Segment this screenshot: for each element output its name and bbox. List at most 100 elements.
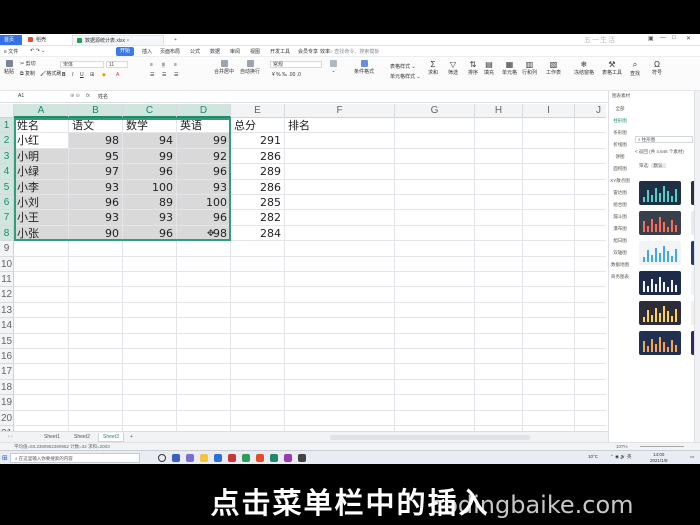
cell-f20[interactable]	[285, 410, 395, 426]
align-top-icon[interactable]: ≡	[150, 62, 153, 68]
cell-d2[interactable]: 99	[177, 133, 231, 149]
merge-center-button[interactable]: 合并居中	[214, 60, 234, 75]
cell-f3[interactable]	[285, 148, 395, 165]
wps-icon[interactable]	[256, 454, 264, 462]
cell-j17[interactable]	[575, 364, 606, 380]
cell-i6[interactable]	[523, 195, 575, 211]
cell-h18[interactable]	[475, 379, 523, 396]
notification-icon[interactable]: ▭	[690, 454, 694, 460]
cell-f19[interactable]	[285, 395, 395, 411]
cell-f1[interactable]: 排名	[285, 118, 395, 134]
tab-template[interactable]: 稻壳	[24, 35, 68, 45]
cell-j15[interactable]	[575, 334, 606, 349]
cell-d13[interactable]	[177, 302, 231, 319]
cell-j20[interactable]	[575, 411, 606, 426]
cell-a6[interactable]: 小刘	[14, 195, 69, 211]
chart-category-5[interactable]: 面积图	[609, 163, 631, 175]
cell-f15[interactable]	[285, 333, 395, 349]
row-header-1[interactable]: 1	[0, 118, 14, 134]
cell-e13[interactable]	[231, 302, 285, 319]
cell-j14[interactable]	[575, 318, 606, 334]
weather-indicator[interactable]: 10°C	[588, 454, 598, 459]
undo-icon[interactable]: ↶ ↷ ⌄	[30, 48, 45, 54]
cell-e20[interactable]	[231, 410, 285, 426]
maximize-icon[interactable]: □	[672, 35, 676, 41]
cell-c19[interactable]	[123, 395, 177, 411]
cell-j1[interactable]	[575, 118, 606, 134]
cell-b3[interactable]: 95	[69, 148, 123, 165]
cell-f16[interactable]	[285, 349, 395, 365]
cell-j2[interactable]	[575, 133, 606, 149]
row-header-14[interactable]: 14	[0, 318, 14, 334]
cell-j12[interactable]	[575, 287, 606, 303]
cell-e12[interactable]	[231, 287, 285, 303]
new-tab-button[interactable]: +	[170, 35, 181, 45]
chart-category-1[interactable]: 柱形图	[609, 115, 631, 127]
cell-g19[interactable]	[395, 395, 475, 411]
table-tools-button[interactable]: ⚒ 表格工具	[602, 60, 622, 76]
cell-j16[interactable]	[575, 349, 606, 365]
cell-h4[interactable]	[475, 164, 523, 180]
sheet-tab-1[interactable]: Sheet1	[40, 433, 64, 442]
chart-category-3[interactable]: 折线图	[609, 139, 631, 151]
align-center-icon[interactable]: ☰	[162, 72, 166, 78]
cell-e18[interactable]	[231, 379, 285, 396]
cell-j6[interactable]	[575, 195, 606, 211]
menu-start[interactable]: 开始	[116, 47, 134, 56]
cell-d12[interactable]	[177, 287, 231, 303]
select-all-corner[interactable]	[0, 104, 14, 118]
app-icon-4[interactable]	[284, 454, 292, 462]
cell-e3[interactable]: 286	[231, 148, 285, 165]
cell-g4[interactable]	[395, 164, 475, 180]
cell-f13[interactable]	[285, 302, 395, 319]
cell-d5[interactable]: 93	[177, 179, 231, 195]
zoom-level[interactable]: 107%	[616, 443, 628, 450]
cell-b5[interactable]: 93	[69, 179, 123, 195]
row-header-17[interactable]: 17	[0, 364, 14, 380]
copy-button[interactable]: ⧉ 复制	[20, 70, 35, 77]
cell-f11[interactable]	[285, 272, 395, 288]
column-header-d[interactable]: D	[177, 104, 231, 118]
cell-b14[interactable]	[69, 318, 123, 334]
menu-view[interactable]: 视图	[250, 48, 260, 55]
cell-h9[interactable]	[475, 241, 523, 257]
cell-f9[interactable]	[285, 241, 395, 257]
row-header-3[interactable]: 3	[0, 148, 14, 165]
spreadsheet-grid[interactable]: A B C D E F G H I J 1 姓名 语文 数学 英语 总分 排名 2 小红 98 94 99 291 3 小明 95…	[0, 104, 606, 431]
menu-data[interactable]: 数据	[210, 48, 220, 55]
cell-d16[interactable]	[177, 349, 231, 365]
cell-b11[interactable]	[69, 272, 123, 288]
cell-i12[interactable]	[523, 287, 575, 303]
cell-i14[interactable]	[523, 318, 575, 334]
cell-c13[interactable]	[123, 302, 177, 319]
row-header-10[interactable]: 10	[0, 256, 14, 272]
cell-h16[interactable]	[475, 349, 523, 365]
row-header-15[interactable]: 15	[0, 333, 14, 349]
chart-category-4[interactable]: 饼图	[609, 151, 631, 163]
cond-format-button[interactable]: 条件格式	[354, 60, 374, 75]
zoom-formula-icon[interactable]: ⊕ ⊖	[70, 93, 80, 99]
cell-g10[interactable]	[395, 256, 475, 272]
cell-e11[interactable]	[231, 272, 285, 288]
cell-c14[interactable]	[123, 318, 177, 334]
font-family-select[interactable]: 宋体	[60, 61, 104, 68]
fx-icon[interactable]: fx	[86, 93, 90, 99]
row-header-11[interactable]: 11	[0, 272, 14, 288]
row-col-button[interactable]: ▥ 行和列	[522, 60, 537, 76]
cell-g1[interactable]	[395, 118, 475, 134]
cell-e14[interactable]	[231, 318, 285, 334]
cell-g14[interactable]	[395, 318, 475, 334]
row-header-12[interactable]: 12	[0, 287, 14, 303]
cell-b12[interactable]	[69, 287, 123, 303]
cell-c6[interactable]: 89	[123, 195, 177, 211]
cell-f17[interactable]	[285, 364, 395, 380]
cell-d18[interactable]	[177, 379, 231, 396]
name-box[interactable]: A1	[18, 93, 24, 99]
row-header-4[interactable]: 4	[0, 164, 14, 180]
cell-a9[interactable]	[14, 241, 69, 257]
row-header-8[interactable]: 8	[0, 225, 14, 242]
cell-b2[interactable]: 98	[69, 133, 123, 149]
tab-workbook[interactable]: 数据源统计表.xlsx ×	[72, 35, 164, 45]
cell-i18[interactable]	[523, 379, 575, 396]
menu-review[interactable]: 审阅	[230, 48, 240, 55]
